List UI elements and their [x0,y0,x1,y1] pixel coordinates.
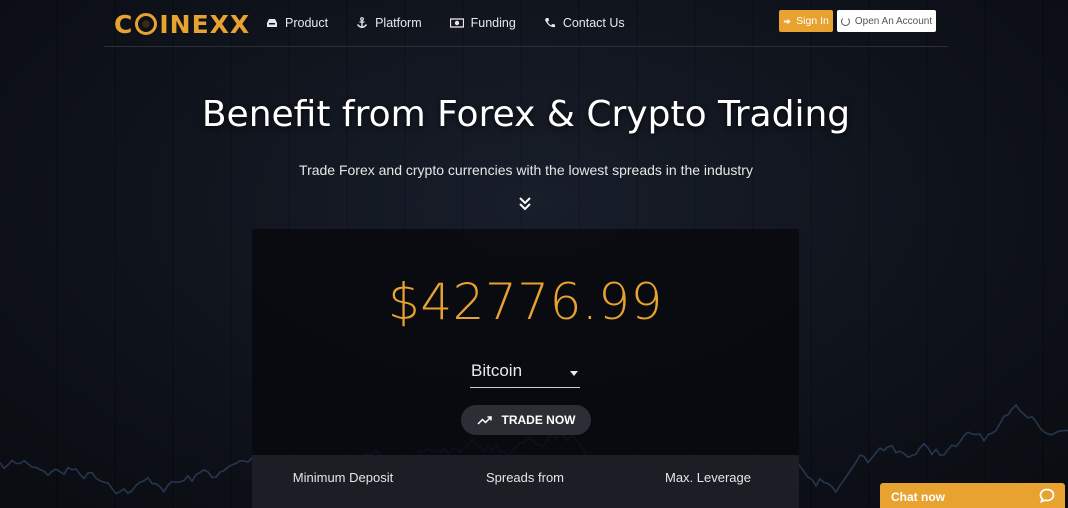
nav-item-contact[interactable]: Contact Us [544,16,625,30]
stats-bar: Minimum Deposit Spreads from Max. Levera… [252,455,799,508]
money-icon [449,18,464,28]
inbox-icon [267,19,277,27]
asset-price: $42776.99 [388,273,663,331]
phone-icon [544,18,555,28]
chat-now-widget[interactable]: Chat now [880,483,1065,508]
nav-label: Contact Us [562,16,625,30]
logo-coin-icon [135,13,158,35]
double-chevron-down-icon[interactable] [518,196,532,212]
max-leverage-label: Max. Leverage [665,470,751,485]
trade-now-label: TRADE NOW [501,413,576,427]
trending-up-icon [476,416,492,425]
chat-bubble-icon [1039,488,1055,503]
loading-icon [840,16,850,26]
anchor-icon [357,17,368,28]
trade-now-button[interactable]: TRADE NOW [461,405,591,435]
main-nav: Product Platform Funding Contact Us [266,16,625,30]
nav-label: Platform [375,16,422,30]
logo-text-end: INEXX [159,10,251,39]
hero-title: Benefit from Forex & Crypto Trading [201,94,851,135]
logo-text-start: C [114,10,134,39]
nav-label: Product [285,16,329,30]
nav-item-platform[interactable]: Platform [356,16,422,30]
open-account-label: Open An Account [854,15,933,27]
sign-in-button[interactable]: Sign In [779,10,833,32]
sign-in-label: Sign In [796,15,829,27]
nav-label: Funding [470,16,516,30]
chat-label: Chat now [891,490,945,504]
asset-select[interactable]: Bitcoin [470,359,580,388]
price-panel: $42776.99 Bitcoin TRADE NOW [252,229,799,455]
spreads-label: Spreads from [485,470,565,485]
open-account-button[interactable]: Open An Account [837,10,936,32]
nav-item-funding[interactable]: Funding [449,16,516,30]
coinexx-logo[interactable]: C INEXX [114,10,251,39]
sign-in-icon [784,18,791,24]
caret-down-icon [570,371,578,376]
min-deposit-label: Minimum Deposit [292,470,394,485]
site-header: C INEXX Product Platform Funding Contact … [104,0,948,47]
hero-subtitle: Trade Forex and crypto currencies with t… [299,162,753,178]
asset-select-value: Bitcoin [471,361,523,380]
nav-item-product[interactable]: Product [266,16,328,30]
